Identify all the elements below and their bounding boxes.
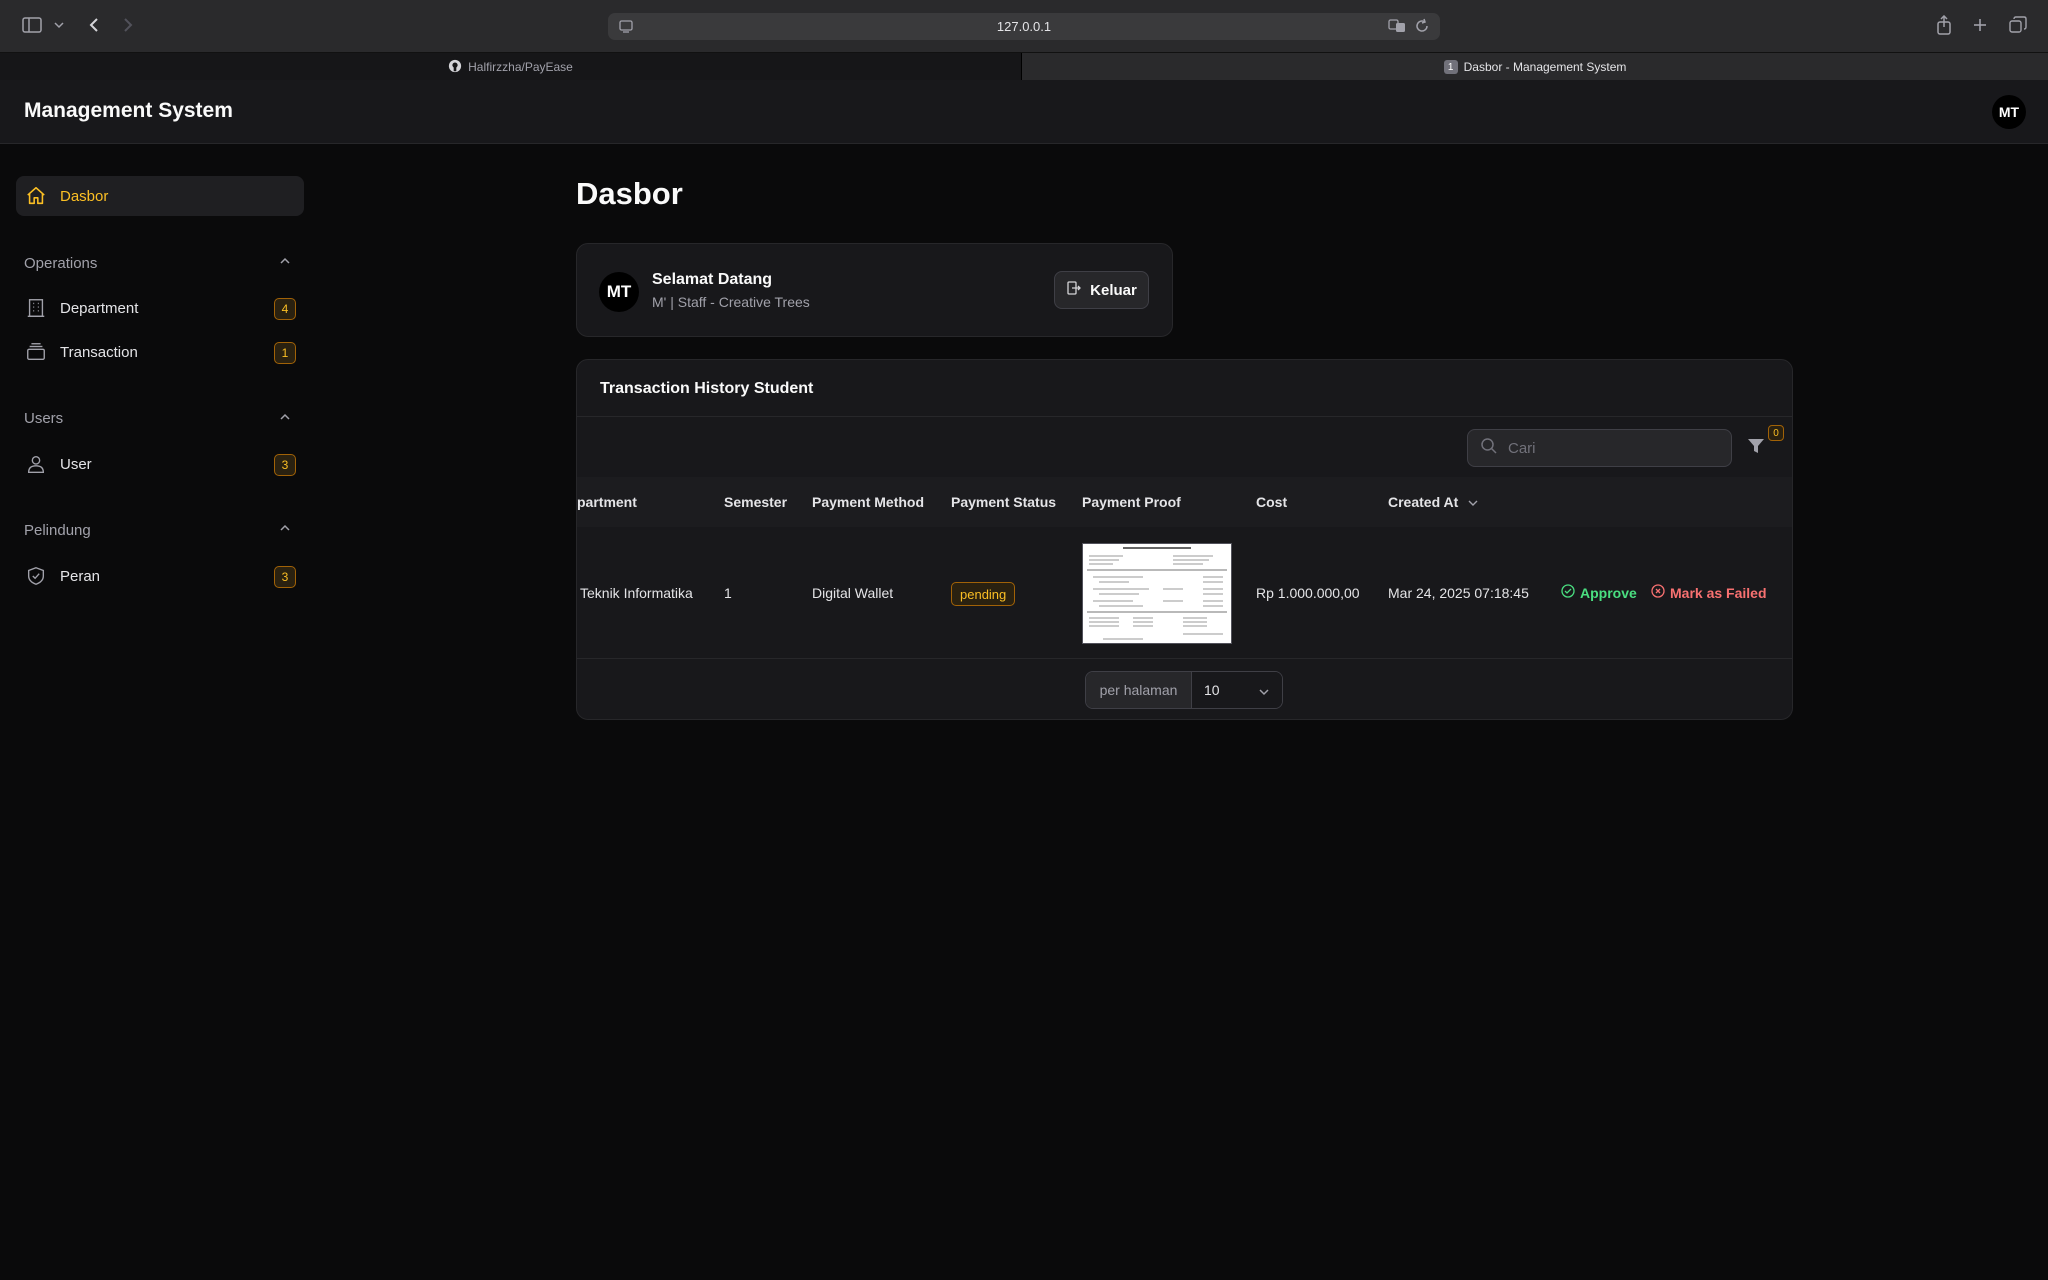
approve-button[interactable]: Approve [1561, 584, 1637, 601]
column-header-payment-status[interactable]: Payment Status [951, 494, 1056, 510]
inbox-stack-icon [24, 340, 48, 364]
tab-github[interactable]: Halfirzzha/PayEase [0, 53, 1022, 81]
table-heading: Transaction History Student [600, 380, 814, 397]
cell-created-at: Mar 24, 2025 07:18:45 [1388, 585, 1529, 601]
tab-favicon-badge: 1 [1443, 60, 1458, 74]
chevron-up-icon[interactable] [278, 254, 292, 273]
per-page-label: per halaman [1086, 672, 1192, 708]
user-icon [24, 452, 48, 476]
url-text: 127.0.0.1 [996, 19, 1052, 34]
divider [577, 658, 1792, 659]
check-circle-icon [1561, 584, 1575, 601]
logout-label: Keluar [1090, 281, 1137, 299]
payment-proof-thumbnail[interactable] [1082, 543, 1232, 644]
welcome-card: MT Selamat Datang M' | Staff - Creative … [576, 243, 1173, 337]
column-header-cost[interactable]: Cost [1256, 494, 1287, 510]
chevron-down-icon [1258, 684, 1270, 700]
tab-label: Dasbor - Management System [1463, 60, 1627, 74]
column-header-payment-method[interactable]: Payment Method [812, 494, 924, 510]
sidebar-item-label: Department [60, 299, 139, 317]
cell-cost: Rp 1.000.000,00 [1256, 585, 1360, 601]
mark-failed-button[interactable]: Mark as Failed [1651, 584, 1767, 601]
x-circle-icon [1651, 584, 1665, 601]
table-header: partment Semester Payment Method Payment… [577, 477, 1792, 527]
per-page-select[interactable]: 10 [1192, 672, 1282, 708]
count-badge: 3 [274, 566, 296, 588]
sidebar-item-peran[interactable]: Peran 3 [16, 556, 304, 596]
sidebar-item-department[interactable]: Department 4 [16, 288, 304, 328]
page-settings-icon[interactable] [618, 18, 634, 39]
tab-dashboard[interactable]: 1 Dasbor - Management System [1022, 53, 2048, 81]
pagination-per-page: per halaman 10 [1085, 671, 1283, 709]
sidebar-item-transaction[interactable]: Transaction 1 [16, 332, 304, 372]
group-label-pelindung: Pelindung [24, 522, 91, 539]
count-badge: 4 [274, 298, 296, 320]
cell-payment-method: Digital Wallet [812, 585, 894, 601]
divider [577, 416, 1792, 417]
sidebar: Dasbor Operations Department 4 Transacti… [0, 144, 320, 1280]
reload-icon[interactable] [1414, 18, 1430, 39]
sidebar-item-label: Dasbor [60, 187, 109, 205]
sidebar-item-label: Peran [60, 567, 101, 585]
app-header: Management System MT [0, 80, 2048, 144]
per-page-value: 10 [1204, 682, 1220, 698]
address-bar[interactable]: 127.0.0.1 [608, 13, 1440, 40]
logout-button[interactable]: Keluar [1054, 271, 1149, 309]
group-label-users: Users [24, 410, 64, 427]
count-badge: 3 [274, 454, 296, 476]
sidebar-toggle-icon[interactable] [20, 13, 44, 37]
mark-failed-label: Mark as Failed [1670, 584, 1767, 601]
forward-icon[interactable] [118, 13, 138, 37]
tab-overview-icon[interactable] [2006, 13, 2030, 37]
sidebar-item-user[interactable]: User 3 [16, 444, 304, 484]
search-icon [1480, 437, 1498, 460]
translate-icon[interactable] [1388, 18, 1406, 39]
sidebar-item-label: Transaction [60, 343, 138, 361]
user-avatar[interactable]: MT [1992, 95, 2026, 129]
new-tab-icon[interactable] [1968, 13, 1992, 37]
approve-label: Approve [1580, 584, 1637, 601]
tab-label: Halfirzzha/PayEase [468, 60, 573, 74]
welcome-subtitle: M' | Staff - Creative Trees [652, 294, 810, 310]
building-icon [24, 296, 48, 320]
sidebar-item-dashboard[interactable]: Dasbor [16, 176, 304, 216]
avatar: MT [599, 272, 639, 312]
column-header-department[interactable]: partment [577, 494, 637, 510]
column-header-created-at[interactable]: Created At [1388, 494, 1478, 510]
logout-icon [1066, 280, 1082, 300]
home-icon [24, 184, 48, 208]
brand-title[interactable]: Management System [24, 99, 233, 123]
count-badge: 1 [274, 342, 296, 364]
column-header-payment-proof[interactable]: Payment Proof [1082, 494, 1181, 510]
shield-check-icon [24, 564, 48, 588]
group-label-operations: Operations [24, 255, 98, 272]
chevron-up-icon[interactable] [278, 521, 292, 540]
chevron-up-icon[interactable] [278, 410, 292, 429]
column-header-semester[interactable]: Semester [724, 494, 787, 510]
github-icon [448, 59, 462, 76]
filter-icon[interactable] [1747, 437, 1765, 460]
sidebar-item-label: User [60, 455, 92, 473]
page-title: Dasbor [576, 176, 683, 211]
chevron-down-icon[interactable] [52, 13, 66, 37]
status-badge: pending [951, 582, 1016, 606]
welcome-title: Selamat Datang [652, 271, 773, 288]
share-icon[interactable] [1932, 13, 1956, 37]
cell-semester: 1 [724, 585, 732, 601]
back-icon[interactable] [84, 13, 104, 37]
filter-count-badge: 0 [1768, 425, 1784, 441]
chevron-down-icon [1468, 494, 1478, 510]
search-input[interactable]: Cari [1467, 429, 1732, 467]
cell-department: Teknik Informatika [580, 585, 693, 601]
search-placeholder: Cari [1508, 439, 1536, 457]
browser-toolbar: 127.0.0.1 [0, 0, 2048, 52]
column-header-label: Created At [1388, 494, 1459, 510]
transaction-table-card: Transaction History Student Cari 0 partm… [576, 359, 1793, 720]
tab-bar: Halfirzzha/PayEase 1 Dasbor - Management… [0, 52, 2048, 81]
